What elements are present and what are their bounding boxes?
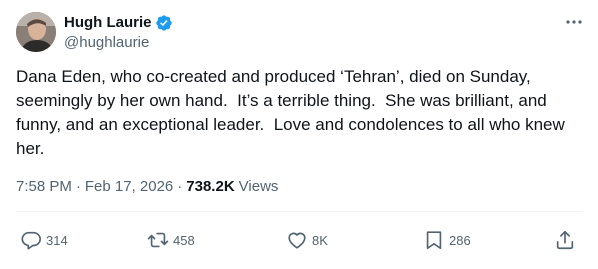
more-horizontal-icon (566, 20, 582, 24)
heart-icon (288, 232, 306, 249)
author-handle[interactable]: @hughlaurie (64, 33, 149, 53)
bookmark-icon (426, 231, 442, 250)
avatar-image (16, 12, 56, 52)
tweet-metadata: 7:58 PM · Feb 17, 2026 · 738.2K Views (16, 177, 278, 197)
bookmark-button[interactable]: 286 (423, 229, 471, 251)
bookmark-count: 286 (449, 232, 471, 248)
share-icon (556, 230, 574, 250)
tweet-time[interactable]: 7:58 PM (16, 177, 72, 197)
reply-count: 314 (46, 232, 68, 248)
share-button[interactable] (554, 229, 576, 251)
author-display-name[interactable]: Hugh Laurie (64, 13, 152, 33)
divider (16, 211, 582, 212)
views-count: 738.2K (186, 178, 235, 195)
views-label: Views (238, 178, 279, 195)
meta-separator: · (177, 178, 183, 195)
tweet-card: Hugh Laurie @hughlaurie Dana Eden, who c… (0, 0, 598, 269)
action-bar: 314 458 8K 286 (16, 226, 582, 254)
repost-button[interactable]: 458 (147, 229, 195, 251)
tweet-date[interactable]: Feb 17, 2026 (85, 177, 173, 197)
tweet-text: Dana Eden, who co-created and produced ‘… (16, 67, 570, 158)
like-button[interactable]: 8K (286, 229, 328, 251)
author-name-row: Hugh Laurie (64, 13, 173, 33)
verified-badge-icon (155, 14, 173, 32)
reply-icon (21, 231, 41, 250)
meta-separator: · (75, 178, 81, 195)
repost-count: 458 (173, 232, 195, 248)
like-count: 8K (312, 232, 328, 248)
repost-icon (147, 232, 169, 248)
avatar[interactable] (16, 12, 56, 52)
reply-button[interactable]: 314 (20, 229, 68, 251)
more-options-button[interactable] (562, 12, 586, 32)
